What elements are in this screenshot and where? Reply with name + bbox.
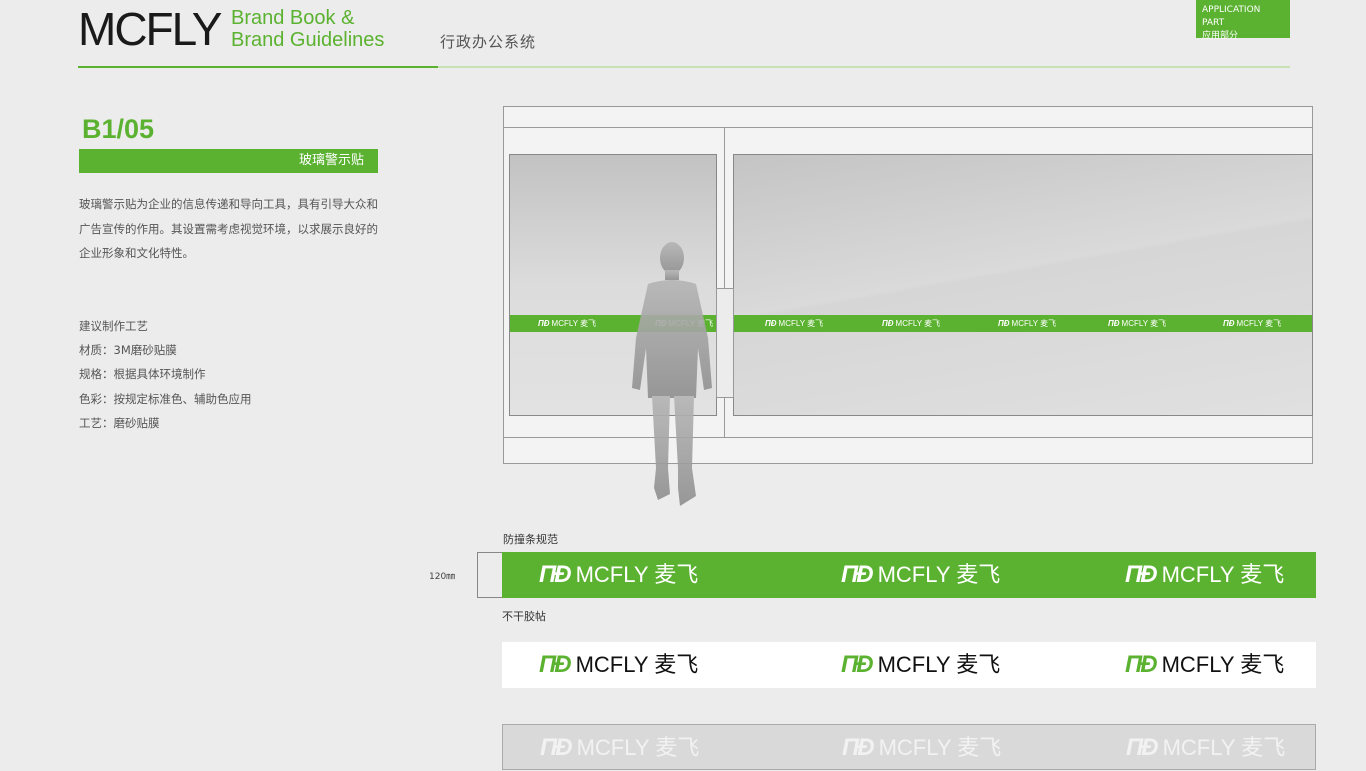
person-silhouette-icon [632,242,712,506]
frosted-strip: ΠÐ MCFLY 麦飞 ΠÐ MCFLY 麦飞 ΠÐ MCFLY 麦飞 [502,724,1316,770]
dimension-label: 120㎜ [429,572,456,582]
frame-top-rail [503,127,1313,128]
page-code: B1/05 [82,114,155,144]
mcfly-logo: MCFLY [78,3,222,55]
stripe-logo: ΠÐMCFLY 麦飞 [882,319,941,328]
header-divider-light [438,66,1290,68]
stripe-logo: ΠÐMCFLY 麦飞 [998,319,1057,328]
badge-cn: 应用部分 [1202,31,1239,41]
badge-en: APPLICATION PART [1202,5,1261,28]
band-logo: ΠÐ MCFLY 麦飞 [1126,734,1286,761]
dimension-bracket [477,552,502,598]
stripe-logo: ΠÐMCFLY 麦飞 [1108,319,1167,328]
white-sticker-strip: ΠÐ MCFLY 麦飞 ΠÐ MCFLY 麦飞 ΠÐ MCFLY 麦飞 [502,642,1316,688]
sticker-label: 不干胶帖 [502,610,546,623]
description-paragraph: 玻璃警示贴为企业的信息传递和导向工具，具有引导大众和广告宣传的作用。其设置需考虑… [79,197,378,260]
band-logo: ΠÐ MCFLY 麦飞 [841,561,1001,588]
stripe-logo: ΠÐMCFLY 麦飞 [765,319,824,328]
spec-process: 工艺：磨砂贴膜 [79,416,160,430]
green-bumper-strip: ΠÐ MCFLY 麦飞 ΠÐ MCFLY 麦飞 ΠÐ MCFLY 麦飞 [502,552,1316,598]
band-logo: ΠÐ MCFLY 麦飞 [1125,651,1285,678]
spec-color: 色彩：按规定标准色、辅助色应用 [79,392,252,406]
glass-window-panel [733,154,1313,416]
spec-material: 材质：3M磨砂贴膜 [79,343,177,357]
band-logo: ΠÐ MCFLY 麦飞 [842,734,1002,761]
window-warning-stripe: ΠÐ MCFLY 麦飞 ΠÐ MCFLY 麦飞 ΠÐ MCFLY 麦飞 ΠÐ MCFLY… [734,315,1312,332]
spec-heading: 建议制作工艺 [79,319,148,333]
band-logo: ΠÐ MCFLY 麦飞 [841,651,1001,678]
brand-title-line1: Brand Book & [231,7,355,29]
page-title-bar: 玻璃警示贴 [79,149,378,173]
bumper-strip-label: 防撞条规范 [503,533,558,546]
band-logo: ΠÐ MCFLY 麦飞 [539,651,699,678]
header-divider-dark [78,66,438,68]
stripe-logo: ΠÐMCFLY 麦飞 [1223,319,1282,328]
brand-title-line2: Brand Guidelines [231,29,385,51]
stripe-logo: ΠÐMCFLY 麦飞 [538,319,597,328]
application-part-badge: APPLICATION PART 应用部分 [1196,0,1290,41]
band-logo: ΠÐ MCFLY 麦飞 [540,734,700,761]
band-logo: ΠÐ MCFLY 麦飞 [1125,561,1285,588]
section-title: 行政办公系统 [440,33,537,51]
band-logo: ΠÐ MCFLY 麦飞 [539,561,699,588]
spec-size: 规格：根据具体环境制作 [79,367,206,381]
